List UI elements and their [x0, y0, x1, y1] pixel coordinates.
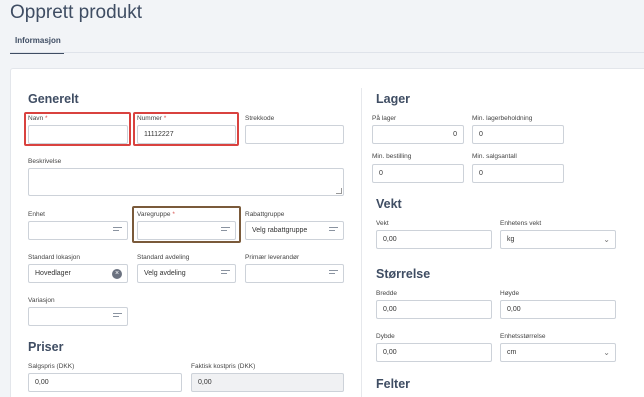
salgspris-label: Salgspris (DKK) — [28, 363, 75, 370]
lokasjon-select[interactable]: Hovedlager × — [28, 264, 128, 283]
pa-lager-input[interactable]: 0 — [372, 125, 464, 144]
varegruppe-highlight — [132, 206, 241, 243]
avdeling-lookup[interactable]: Velg avdeling — [137, 264, 236, 283]
dybde-label: Dybde — [376, 333, 395, 340]
nummer-highlight — [133, 112, 239, 146]
min-bestilling-label: Min. bestilling — [372, 153, 412, 160]
section-storrelse: Størrelse — [376, 267, 431, 281]
enhet-vekt-select[interactable]: kg ⌄ — [500, 230, 616, 249]
salgspris-input[interactable]: 0,00 — [28, 373, 182, 392]
avdeling-label: Standard avdeling — [137, 254, 190, 261]
enhet-vekt-value: kg — [507, 236, 515, 243]
rabattgruppe-lookup[interactable]: Velg rabattgruppe — [245, 221, 344, 240]
hoyde-input[interactable]: 0,00 — [500, 300, 616, 319]
leverandor-lookup[interactable] — [245, 264, 344, 283]
variasjon-lookup[interactable] — [28, 307, 128, 326]
column-divider — [361, 88, 362, 397]
leverandor-label: Primær leverandør — [245, 254, 300, 261]
hoyde-label: Høyde — [500, 290, 520, 297]
rabattgruppe-label: Rabattgruppe — [245, 211, 285, 218]
enhetsstorrelse-label: Enhetsstørrelse — [500, 333, 546, 340]
lokasjon-value: Hovedlager — [35, 270, 71, 277]
page-title: Opprett produkt — [10, 2, 143, 23]
section-generelt: Generelt — [28, 92, 79, 106]
enhet-vekt-label: Enhetens vekt — [500, 220, 542, 227]
navn-highlight — [24, 112, 131, 146]
enhet-lookup[interactable] — [28, 221, 128, 240]
chevron-down-icon[interactable]: ⌄ — [603, 235, 610, 244]
kostpris-label: Faktisk kostpris (DKK) — [191, 363, 256, 370]
clear-icon[interactable]: × — [112, 269, 122, 279]
strekkode-label: Strekkode — [245, 115, 275, 122]
bredde-label: Bredde — [376, 290, 397, 297]
list-lookup-icon[interactable] — [113, 227, 122, 235]
list-lookup-icon[interactable] — [221, 270, 230, 278]
section-lager: Lager — [376, 92, 411, 106]
enhetsstorrelse-select[interactable]: cm ⌄ — [500, 343, 616, 362]
vekt-label: Vekt — [376, 220, 389, 227]
section-felter: Felter — [376, 377, 411, 391]
min-beholdning-input[interactable]: 0 — [472, 125, 564, 144]
beskrivelse-textarea[interactable] — [28, 168, 344, 196]
list-lookup-icon[interactable] — [113, 313, 122, 321]
kostpris-input: 0,00 — [191, 373, 344, 392]
tab-underline — [10, 52, 644, 53]
section-vekt: Vekt — [376, 197, 402, 211]
min-bestilling-input[interactable]: 0 — [372, 164, 464, 183]
min-salgsantall-label: Min. salgsantall — [472, 153, 517, 160]
pa-lager-label: På lager — [372, 115, 397, 122]
variasjon-label: Variasjon — [28, 297, 55, 304]
rabattgruppe-value: Velg rabattgruppe — [252, 227, 308, 234]
list-lookup-icon[interactable] — [329, 227, 338, 235]
dybde-input[interactable]: 0,00 — [376, 343, 492, 362]
lokasjon-label: Standard lokasjon — [28, 254, 81, 261]
enhet-label: Enhet — [28, 211, 45, 218]
resize-handle[interactable] — [336, 188, 342, 194]
strekkode-input[interactable] — [245, 125, 344, 144]
min-beholdning-label: Min. lagerbeholdning — [472, 115, 533, 122]
avdeling-value: Velg avdeling — [144, 270, 186, 277]
min-salgsantall-input[interactable]: 0 — [472, 164, 564, 183]
bredde-input[interactable]: 0,00 — [376, 300, 492, 319]
section-priser: Priser — [28, 340, 64, 354]
chevron-down-icon[interactable]: ⌄ — [603, 348, 610, 357]
vekt-input[interactable]: 0,00 — [376, 230, 492, 249]
beskrivelse-label: Beskrivelse — [28, 158, 62, 165]
list-lookup-icon[interactable] — [329, 270, 338, 278]
enhetsstorrelse-value: cm — [507, 349, 517, 356]
